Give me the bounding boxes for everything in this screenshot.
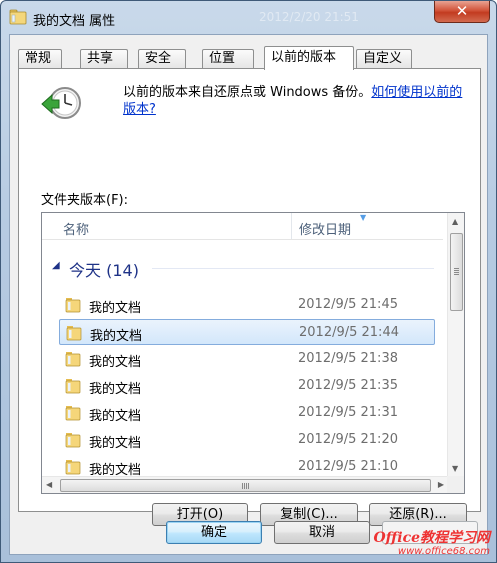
thumb-grip-icon — [454, 268, 459, 269]
version-name: 我的文档 — [89, 436, 142, 451]
list-item[interactable]: 我的文档 2012/9/5 21:31 — [59, 400, 435, 426]
column-header-name[interactable]: 名称 — [63, 219, 89, 238]
tab-previous-versions[interactable]: 以前的版本 — [264, 46, 354, 70]
tab-general[interactable]: 常规 — [18, 49, 62, 69]
list-item-selected[interactable]: 我的文档 2012/9/5 21:44 — [59, 319, 435, 345]
folder-icon — [65, 352, 81, 367]
title-bar[interactable]: 我的文档 属性 2012/2/20 21:51 ✕ — [1, 1, 496, 35]
watermark-url: www.office68.com — [397, 546, 490, 557]
folder-icon — [9, 9, 27, 25]
list-item[interactable]: 我的文档 2012/9/5 21:38 — [59, 346, 435, 372]
tab-security[interactable]: 安全 — [138, 49, 186, 69]
close-button[interactable]: ✕ — [434, 1, 490, 23]
version-name: 我的文档 — [89, 301, 142, 316]
tab-customize[interactable]: 自定义 — [356, 49, 412, 69]
folder-icon — [66, 326, 82, 341]
tab-sharing[interactable]: 共享 — [80, 49, 128, 69]
version-date: 2012/9/5 21:20 — [298, 432, 398, 447]
sort-indicator-icon: ▼ — [360, 213, 367, 222]
versions-description: 以前的版本来自还原点或 Windows 备份。如何使用以前的版本? — [123, 84, 473, 118]
watermark-brand: Office教程学习网 — [373, 530, 490, 546]
version-date: 2012/9/5 21:10 — [298, 459, 398, 474]
list-item[interactable]: 我的文档 2012/9/5 21:45 — [59, 292, 435, 318]
previous-versions-panel: 以前的版本来自还原点或 Windows 备份。如何使用以前的版本? 文件夹版本(… — [18, 68, 481, 526]
group-title: 今天 (14) — [69, 261, 139, 280]
versions-list[interactable]: 名称 ▼ 修改日期 ◢ 今天 (14) 我的文档 2012/9/5 21:45 — [41, 212, 465, 494]
dialog-client-area: 常规 共享 安全 位置 以前的版本 自定义 以前的版本来自还原点或 Window… — [9, 34, 488, 555]
folder-icon — [65, 433, 81, 448]
properties-window: 我的文档 属性 2012/2/20 21:51 ✕ 常规 共享 安全 位置 以前… — [0, 0, 497, 563]
column-header-date-modified[interactable]: 修改日期 — [299, 219, 351, 238]
folder-icon — [65, 379, 81, 394]
version-date: 2012/9/5 21:38 — [298, 351, 398, 366]
window-title: 我的文档 属性 — [33, 14, 116, 29]
vertical-scroll-thumb[interactable] — [450, 233, 463, 311]
version-name: 我的文档 — [90, 329, 143, 344]
list-header: 名称 ▼ 修改日期 — [42, 213, 443, 240]
ok-button[interactable]: 确定 — [166, 521, 262, 544]
thumb-grip-icon — [242, 483, 243, 489]
scroll-right-arrow-icon[interactable]: ▶ — [438, 480, 444, 489]
vertical-scrollbar[interactable]: ▲ ▼ — [447, 213, 464, 477]
version-date: 2012/9/5 21:31 — [298, 405, 398, 420]
version-date: 2012/9/5 21:44 — [299, 325, 399, 340]
scroll-up-arrow-icon[interactable]: ▲ — [452, 217, 458, 226]
folder-icon — [65, 406, 81, 421]
cancel-button[interactable]: 取消 — [274, 521, 370, 544]
version-name: 我的文档 — [89, 382, 142, 397]
column-divider[interactable] — [291, 213, 292, 239]
group-header-today[interactable]: ◢ 今天 (14) — [48, 257, 434, 280]
collapse-group-icon[interactable]: ◢ — [52, 260, 60, 271]
horizontal-scrollbar[interactable]: ◀ ▶ — [42, 476, 448, 493]
list-item[interactable]: 我的文档 2012/9/5 21:35 — [59, 373, 435, 399]
version-date: 2012/9/5 21:35 — [298, 378, 398, 393]
folder-icon — [65, 460, 81, 475]
description-text: 以前的版本来自还原点或 Windows 备份。 — [123, 85, 372, 100]
scrollbar-corner — [447, 476, 464, 493]
scroll-down-arrow-icon[interactable]: ▼ — [452, 464, 458, 473]
window-title-background-text: 2012/2/20 21:51 — [259, 10, 359, 24]
folder-versions-label: 文件夹版本(F): — [41, 193, 129, 208]
version-name: 我的文档 — [89, 355, 142, 370]
restore-clock-icon — [41, 87, 81, 119]
group-divider — [152, 268, 434, 269]
scroll-left-arrow-icon[interactable]: ◀ — [46, 480, 52, 489]
version-date: 2012/9/5 21:45 — [298, 297, 398, 312]
version-name: 我的文档 — [89, 409, 142, 424]
tab-location[interactable]: 位置 — [202, 49, 254, 69]
list-item[interactable]: 我的文档 2012/9/5 21:20 — [59, 427, 435, 453]
horizontal-scroll-thumb[interactable] — [60, 479, 431, 492]
folder-icon — [65, 298, 81, 313]
site-watermark: Office教程学习网 www.office68.com — [373, 530, 490, 558]
